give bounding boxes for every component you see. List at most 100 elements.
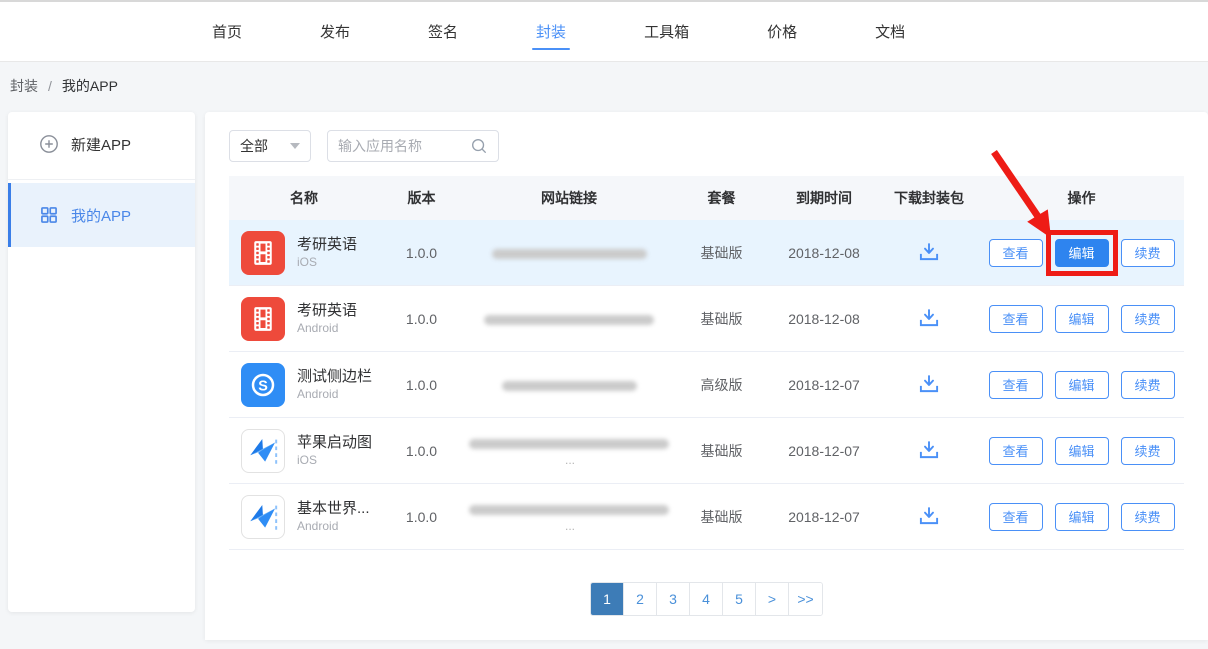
- expiry-date: 2018-12-07: [769, 443, 879, 459]
- svg-text:S: S: [258, 378, 268, 394]
- expiry-date: 2018-12-07: [769, 509, 879, 525]
- toolbar: 全部: [205, 112, 1208, 176]
- column-header-7: 操作: [979, 188, 1184, 208]
- table-header-row: 名称版本网站链接套餐到期时间下载封装包操作: [229, 176, 1184, 220]
- nav-tab-1[interactable]: 首页: [198, 2, 256, 61]
- app-name-cell: 苹果启动图iOS: [229, 429, 379, 473]
- nav-tab-6[interactable]: 价格: [753, 2, 811, 61]
- breadcrumb-item-package[interactable]: 封装: [10, 76, 38, 96]
- download-cell: [879, 307, 979, 331]
- app-name: 苹果启动图: [297, 433, 372, 453]
- row-3-renew-button[interactable]: 续费: [1121, 371, 1175, 399]
- row-3-view-button[interactable]: 查看: [989, 371, 1043, 399]
- app-version: 1.0.0: [379, 245, 464, 261]
- row-5-edit-button[interactable]: 编辑: [1055, 503, 1109, 531]
- nav-tab-2[interactable]: 发布: [306, 2, 364, 61]
- sidebar: 新建APP 我的APP: [8, 112, 195, 612]
- row-5-renew-button[interactable]: 续费: [1121, 503, 1175, 531]
- row-4-edit-button[interactable]: 编辑: [1055, 437, 1109, 465]
- row-1-edit-button[interactable]: 编辑: [1055, 239, 1109, 267]
- nav-tab-4[interactable]: 封装: [522, 2, 580, 61]
- app-table: 名称版本网站链接套餐到期时间下载封装包操作 考研英语iOS1.0.0基础版201…: [229, 176, 1184, 550]
- last-page-button[interactable]: >>: [789, 583, 822, 615]
- app-version: 1.0.0: [379, 443, 464, 459]
- row-4-view-button[interactable]: 查看: [989, 437, 1043, 465]
- search-input[interactable]: [338, 138, 470, 154]
- website-link-masked: ...: [464, 500, 674, 532]
- actions-cell: 查看编辑续费: [979, 371, 1184, 399]
- app-version: 1.0.0: [379, 377, 464, 393]
- row-2-view-button[interactable]: 查看: [989, 305, 1043, 333]
- chevron-down-icon: [290, 143, 300, 149]
- app-bird-icon: [241, 429, 285, 473]
- plus-circle-icon: [39, 134, 59, 154]
- row-5-view-button[interactable]: 查看: [989, 503, 1043, 531]
- actions-cell: 查看编辑续费: [979, 305, 1184, 333]
- search-box: [327, 130, 499, 162]
- plan-badge: 高级版: [674, 375, 769, 395]
- website-link-masked: ...: [464, 434, 674, 466]
- download-icon[interactable]: [917, 439, 941, 460]
- sidebar-item-label: 我的APP: [71, 205, 131, 226]
- app-name-cell: 基本世界...Android: [229, 495, 379, 539]
- search-icon[interactable]: [470, 137, 488, 155]
- table-row: 考研英语iOS1.0.0基础版2018-12-08查看编辑续费: [229, 220, 1184, 286]
- row-3-edit-button[interactable]: 编辑: [1055, 371, 1109, 399]
- table-row: 考研英语Android1.0.0基础版2018-12-08查看编辑续费: [229, 286, 1184, 352]
- filter-select-value: 全部: [240, 136, 268, 156]
- breadcrumb-separator: /: [48, 78, 52, 94]
- download-icon[interactable]: [917, 307, 941, 328]
- breadcrumb: 封装 / 我的APP: [10, 62, 118, 110]
- download-cell: [879, 241, 979, 265]
- app-version: 1.0.0: [379, 311, 464, 327]
- page-button-3[interactable]: 3: [657, 583, 690, 615]
- table-row: 基本世界...Android1.0.0...基础版2018-12-07查看编辑续…: [229, 484, 1184, 550]
- download-cell: [879, 373, 979, 397]
- table-row: S测试侧边栏Android1.0.0高级版2018-12-07查看编辑续费: [229, 352, 1184, 418]
- column-header-1: 名称: [229, 188, 379, 208]
- app-name: 基本世界...: [297, 499, 370, 519]
- page-button-5[interactable]: 5: [723, 583, 756, 615]
- sidebar-item-my-app[interactable]: 我的APP: [8, 183, 195, 247]
- page-button-1[interactable]: 1: [591, 583, 624, 615]
- app-platform: iOS: [297, 255, 357, 271]
- table-row: 苹果启动图iOS1.0.0...基础版2018-12-07查看编辑续费: [229, 418, 1184, 484]
- page-button-4[interactable]: 4: [690, 583, 723, 615]
- content-panel: 全部 名称版本网站链接套餐到期时间下载封装包操作 考研英语iOS1.0.0基础版…: [205, 112, 1208, 640]
- page-button-2[interactable]: 2: [624, 583, 657, 615]
- nav-tab-5[interactable]: 工具箱: [630, 2, 703, 61]
- website-link-masked: [464, 245, 674, 261]
- download-cell: [879, 439, 979, 463]
- app-film-icon: [241, 297, 285, 341]
- column-header-2: 版本: [379, 188, 464, 208]
- row-2-edit-button[interactable]: 编辑: [1055, 305, 1109, 333]
- row-1-renew-button[interactable]: 续费: [1121, 239, 1175, 267]
- breadcrumb-item-my-app: 我的APP: [62, 76, 118, 96]
- download-icon[interactable]: [917, 505, 941, 526]
- download-icon[interactable]: [917, 373, 941, 394]
- plan-badge: 基础版: [674, 243, 769, 263]
- main-nav: 首页发布签名封装工具箱价格文档: [198, 2, 1208, 61]
- download-icon[interactable]: [917, 241, 941, 262]
- row-4-renew-button[interactable]: 续费: [1121, 437, 1175, 465]
- actions-cell: 查看编辑续费: [979, 239, 1184, 267]
- row-2-renew-button[interactable]: 续费: [1121, 305, 1175, 333]
- website-link-masked: [464, 377, 674, 393]
- table-body: 考研英语iOS1.0.0基础版2018-12-08查看编辑续费考研英语Andro…: [229, 220, 1184, 550]
- app-platform: iOS: [297, 453, 372, 469]
- next-page-button[interactable]: >: [756, 583, 789, 615]
- app-bird-icon: [241, 495, 285, 539]
- filter-select[interactable]: 全部: [229, 130, 311, 162]
- pagination: 12345>>>: [590, 582, 823, 616]
- website-link-masked: [464, 311, 674, 327]
- plan-badge: 基础版: [674, 507, 769, 527]
- sidebar-item-new-app[interactable]: 新建APP: [8, 112, 195, 176]
- nav-tab-7[interactable]: 文档: [861, 2, 919, 61]
- row-1-view-button[interactable]: 查看: [989, 239, 1043, 267]
- plan-badge: 基础版: [674, 441, 769, 461]
- nav-tab-3[interactable]: 签名: [414, 2, 472, 61]
- sidebar-divider: [8, 179, 195, 180]
- app-s-circle-icon: S: [241, 363, 285, 407]
- plan-badge: 基础版: [674, 309, 769, 329]
- actions-cell: 查看编辑续费: [979, 437, 1184, 465]
